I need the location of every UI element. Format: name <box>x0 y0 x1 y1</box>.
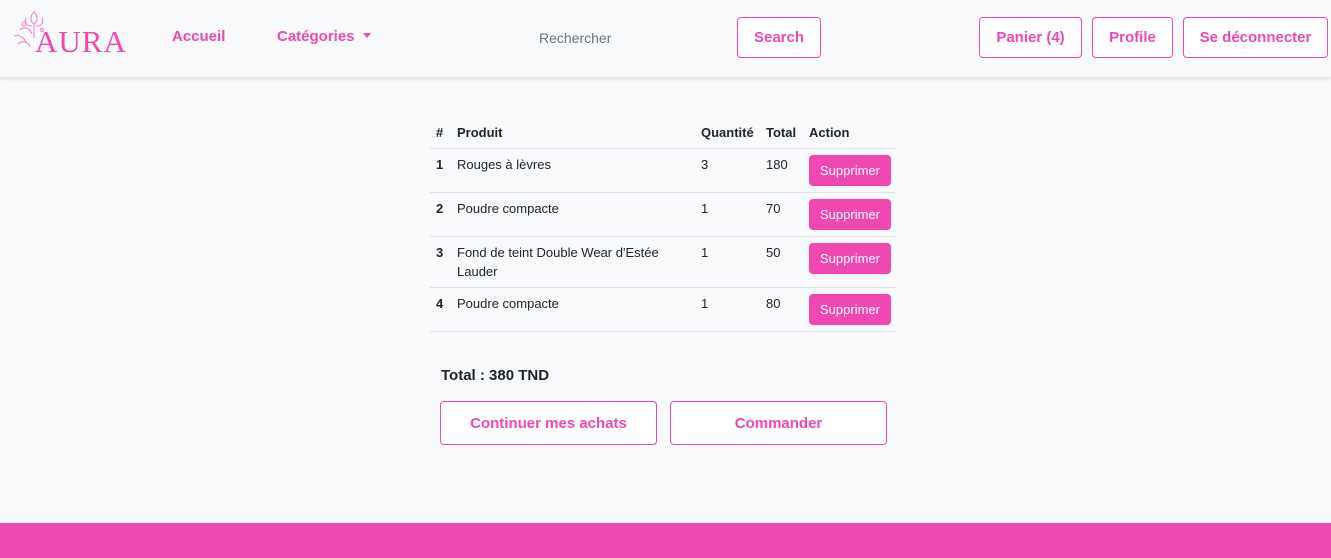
search-button[interactable]: Search <box>737 17 821 58</box>
cart-total: Total : 380 TND <box>441 367 550 384</box>
profile-button[interactable]: Profile <box>1092 17 1173 58</box>
table-row: 2 Poudre compacte 1 70 Supprimer <box>430 192 897 237</box>
row-product: Poudre compacte <box>451 287 695 332</box>
brand-logo[interactable]: AURA <box>12 8 128 60</box>
header-action: Action <box>803 117 897 149</box>
search-input[interactable] <box>524 19 724 57</box>
header-total: Total <box>760 117 803 149</box>
row-quantity: 1 <box>695 287 760 332</box>
navbar: AURA Accueil Catégories Search Panier (4… <box>0 0 1331 78</box>
continue-shopping-button[interactable]: Continuer mes achats <box>440 401 657 445</box>
delete-button[interactable]: Supprimer <box>809 243 891 274</box>
brand-name: AURA <box>35 24 127 59</box>
cart-button[interactable]: Panier (4) <box>979 17 1082 58</box>
table-row: 1 Rouges à lèvres 3 180 Supprimer <box>430 148 897 193</box>
delete-button[interactable]: Supprimer <box>809 294 891 325</box>
row-num: 2 <box>430 192 451 237</box>
nav-categories-dropdown[interactable]: Catégories <box>277 28 371 45</box>
row-total: 180 <box>760 148 803 193</box>
row-product: Poudre compacte <box>451 192 695 237</box>
order-button[interactable]: Commander <box>670 401 887 445</box>
cart-table: # Produit Quantité Total Action 1 Rouges… <box>430 117 897 332</box>
row-quantity: 1 <box>695 236 760 288</box>
header-product: Produit <box>451 117 695 149</box>
delete-button[interactable]: Supprimer <box>809 155 891 186</box>
row-num: 3 <box>430 236 451 288</box>
nav-categories-label: Catégories <box>277 28 355 45</box>
delete-button[interactable]: Supprimer <box>809 199 891 230</box>
table-row: 3 Fond de teint Double Wear d'Estée Laud… <box>430 236 897 288</box>
row-total: 80 <box>760 287 803 332</box>
row-product: Fond de teint Double Wear d'Estée Lauder <box>451 236 695 288</box>
caret-down-icon <box>362 33 371 38</box>
row-action-cell: Supprimer <box>803 148 897 193</box>
row-num: 4 <box>430 287 451 332</box>
row-num: 1 <box>430 148 451 193</box>
footer <box>0 523 1331 558</box>
logout-button[interactable]: Se déconnecter <box>1183 17 1328 58</box>
row-action-cell: Supprimer <box>803 287 897 332</box>
row-quantity: 1 <box>695 192 760 237</box>
nav-home-link[interactable]: Accueil <box>172 28 225 45</box>
row-action-cell: Supprimer <box>803 236 897 288</box>
row-total: 70 <box>760 192 803 237</box>
row-quantity: 3 <box>695 148 760 193</box>
table-row: 4 Poudre compacte 1 80 Supprimer <box>430 287 897 332</box>
row-action-cell: Supprimer <box>803 192 897 237</box>
row-product: Rouges à lèvres <box>451 148 695 193</box>
table-header-row: # Produit Quantité Total Action <box>430 117 897 149</box>
header-quantity: Quantité <box>695 117 760 149</box>
row-total: 50 <box>760 236 803 288</box>
header-num: # <box>430 117 451 149</box>
